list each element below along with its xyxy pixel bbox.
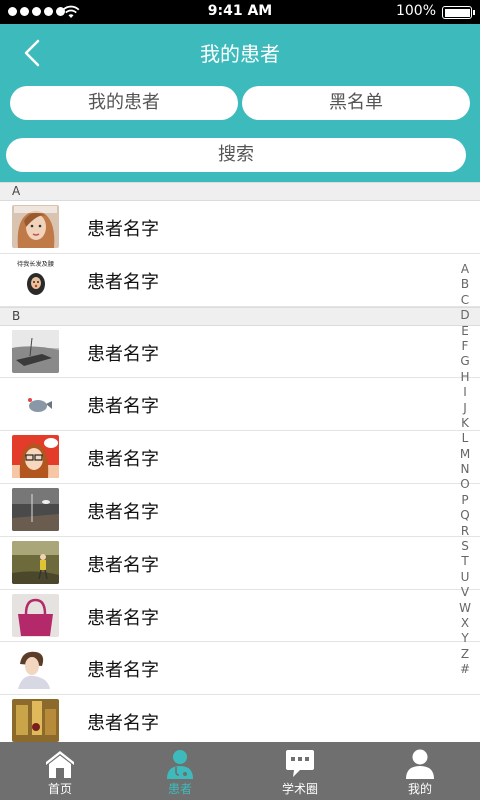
index-letter[interactable]: E [458,324,472,339]
index-letter[interactable]: T [458,554,472,569]
tab-blacklist[interactable]: 黑名单 [242,86,470,120]
patient-avatar [12,540,59,584]
patient-name: 患者名字 [87,449,159,471]
patient-avatar [12,487,59,531]
patient-row[interactable]: 患者名字 [0,483,480,537]
chat-icon [286,750,314,777]
tab-home-label: 首页 [47,782,72,796]
index-letter[interactable]: I [458,385,472,400]
index-letter[interactable]: L [458,431,472,446]
index-letter[interactable]: Y [458,631,472,646]
index-letter[interactable]: H [458,370,472,385]
index-letter[interactable]: M [458,447,472,462]
section-header-a: A [0,182,480,201]
patient-avatar [12,699,59,742]
patient-avatar [12,382,59,426]
index-letter[interactable]: A [458,262,472,277]
patient-name: 患者名字 [87,219,159,240]
patient-avatar [12,205,59,248]
index-letter[interactable]: V [458,585,472,600]
index-letter[interactable]: J [458,401,472,416]
patient-avatar [12,329,59,373]
search-input[interactable]: 搜索 [6,138,466,172]
alphabet-index[interactable]: A B C D E F G H I J K L M N O P Q R S T U V W X Y Z # [458,262,472,678]
index-letter[interactable]: O [458,477,472,492]
index-letter[interactable]: P [458,493,472,508]
home-icon [46,751,74,778]
page-title: 我的患者 [200,42,280,66]
index-letter[interactable]: U [458,570,472,585]
patient-row[interactable]: 患者名字 [0,695,480,742]
patient-avatar [12,646,59,690]
index-letter[interactable]: W [458,601,472,616]
status-bar: 9:41 AM 100% [0,0,480,24]
patient-row[interactable]: 患者名字 [0,325,480,379]
index-letter[interactable]: N [458,462,472,477]
tab-my-patients[interactable]: 我的患者 [10,86,238,120]
patient-icon [167,750,193,779]
tab-patients[interactable]: 患者 [120,742,240,800]
index-letter[interactable]: F [458,339,472,354]
patient-name: 患者名字 [87,713,159,735]
patient-name: 患者名字 [87,501,159,523]
tab-academic-circle-label: 学术圈 [281,782,318,796]
patient-name: 患者名字 [87,396,159,418]
avatar-sticker-text: 待我长发及腰 [17,260,54,268]
index-letter[interactable]: G [458,354,472,369]
patient-row[interactable]: 患者名字 [0,378,480,432]
patient-name: 患者名字 [87,554,159,576]
battery-percentage: 100% [395,3,436,19]
patient-avatar [12,593,59,637]
patient-row[interactable]: 待我长发及腰 患者名字 [0,253,480,307]
profile-icon [406,749,434,779]
patient-name: 患者名字 [87,343,159,365]
index-letter[interactable]: D [458,308,472,323]
patient-avatar [12,435,59,479]
index-letter[interactable]: X [458,616,472,631]
patient-row[interactable]: 患者名字 [0,589,480,643]
patient-row[interactable]: 患者名字 [0,642,480,696]
tab-mine-label: 我的 [407,782,432,796]
index-letter[interactable]: K [458,416,472,431]
index-letter[interactable]: B [458,277,472,292]
patient-list[interactable]: A 患者名字 待我长发及腰 患者名字 B 患者名字 患者名字 患者名字 患者名字… [0,182,480,742]
patient-name: 患者名字 [87,660,159,682]
section-header-b: B [0,306,480,326]
bottom-tab-bar: 首页 患者 学术圈 我的 [0,742,480,800]
patient-avatar: 待我长发及腰 [12,257,59,301]
index-letter[interactable]: S [458,539,472,554]
index-letter[interactable]: # [458,662,472,677]
tab-home[interactable]: 首页 [0,742,120,800]
index-letter[interactable]: R [458,524,472,539]
patient-row[interactable]: 患者名字 [0,201,480,254]
patient-row[interactable]: 患者名字 [0,431,480,484]
tab-patients-label: 患者 [167,782,192,796]
index-letter[interactable]: Z [458,647,472,662]
patient-name: 患者名字 [87,607,159,629]
patient-name: 患者名字 [87,271,159,293]
tab-mine[interactable]: 我的 [360,742,480,800]
patient-row[interactable]: 患者名字 [0,536,480,590]
tab-academic-circle[interactable]: 学术圈 [240,742,360,800]
battery-icon [442,6,475,19]
header: 我的患者 我的患者 黑名单 搜索 [0,24,480,182]
index-letter[interactable]: Q [458,508,472,523]
index-letter[interactable]: C [458,293,472,308]
